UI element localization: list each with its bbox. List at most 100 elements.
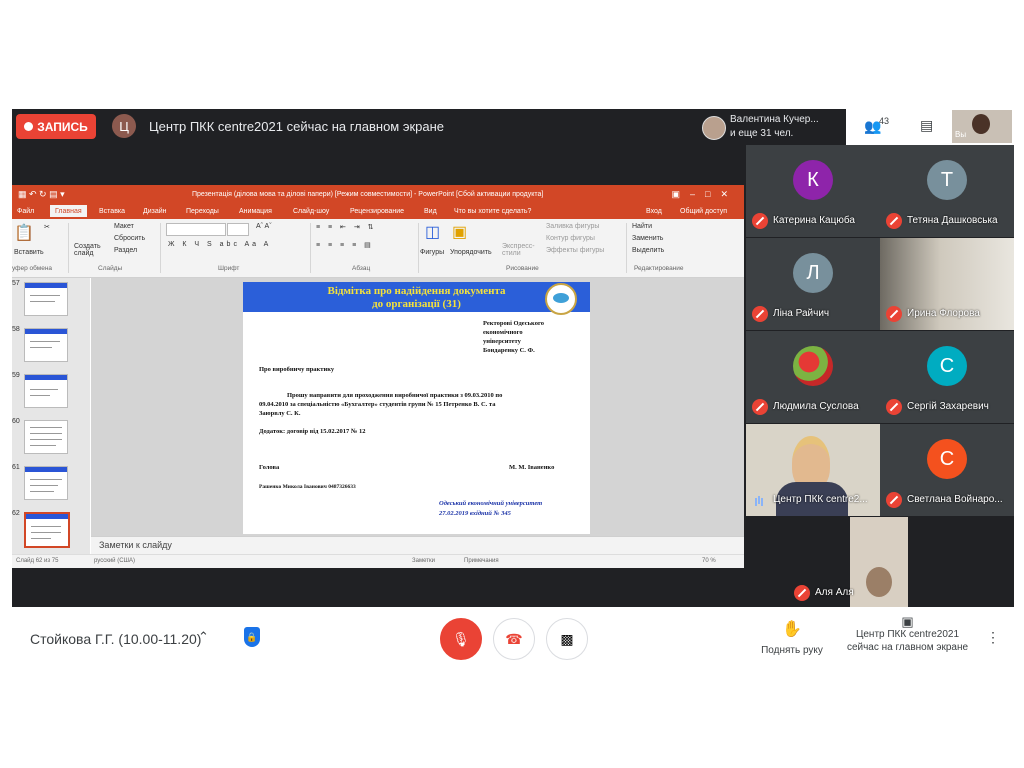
sign-in-link[interactable]: Вход bbox=[646, 208, 662, 215]
tell-me-search[interactable]: Что вы хотите сделать? bbox=[454, 208, 531, 215]
language-indicator: русский (США) bbox=[94, 558, 136, 564]
shapes-button[interactable]: Фигуры bbox=[420, 249, 444, 256]
slide-thumbnail[interactable] bbox=[24, 374, 68, 408]
shape-fill-button[interactable]: Заливка фигуры bbox=[546, 223, 599, 230]
group-editing: Редактирование bbox=[634, 265, 684, 272]
paste-icon[interactable]: 📋 bbox=[14, 223, 34, 243]
thumb-number: 58 bbox=[12, 326, 20, 333]
tab-home[interactable]: Главная bbox=[50, 205, 87, 217]
quick-styles-button[interactable]: Экспресс-стили bbox=[502, 243, 536, 257]
recording-badge[interactable]: ЗАПИСЬ bbox=[16, 114, 96, 139]
participant-tile[interactable]: С Светлана Войнаро... bbox=[880, 424, 1014, 516]
slide-thumbnail[interactable] bbox=[24, 466, 68, 500]
select-button[interactable]: Выделить bbox=[632, 247, 664, 254]
chevron-up-icon[interactable]: ⌃ bbox=[198, 629, 209, 645]
self-view[interactable]: Вы bbox=[952, 110, 1012, 143]
zoom-level[interactable]: 70 % bbox=[702, 558, 716, 564]
tab-review[interactable]: Рецензирование bbox=[350, 208, 404, 215]
tab-file[interactable]: Файл bbox=[17, 208, 34, 215]
thumb-number: 60 bbox=[12, 418, 20, 425]
comments-toggle[interactable]: Примечания bbox=[464, 558, 499, 564]
shape-outline-button[interactable]: Контур фигуры bbox=[546, 235, 595, 242]
section-button[interactable]: Раздел bbox=[114, 247, 137, 254]
font-size-box[interactable] bbox=[227, 223, 249, 236]
tab-transitions[interactable]: Переходы bbox=[186, 208, 219, 215]
participant-name: Тетяна Дашковська bbox=[907, 215, 998, 226]
quick-access-icons[interactable]: ▦ ↶ ↻ ▤ ▾ bbox=[18, 189, 65, 200]
arrange-icon[interactable]: ▣ bbox=[452, 222, 467, 242]
shared-screen-powerpoint: ▦ ↶ ↻ ▤ ▾ Презентація (ділова мова та ді… bbox=[12, 185, 744, 568]
replace-button[interactable]: Заменить bbox=[632, 235, 663, 242]
present-screen-icon: ▣ bbox=[901, 614, 914, 629]
slide-thumbnail-selected[interactable] bbox=[24, 512, 70, 548]
top-bar: ЗАПИСЬ Ц Центр ПКК centre2021 сейчас на … bbox=[12, 109, 1014, 145]
participant-video-tile[interactable]: Центр ПКК centre2... bbox=[746, 424, 880, 516]
slide-thumbnail[interactable] bbox=[24, 420, 68, 454]
letter-subject: Про виробничу практику bbox=[259, 366, 335, 373]
participant-avatar: С bbox=[927, 439, 967, 479]
more-options-icon[interactable]: ⋮ bbox=[986, 629, 1000, 646]
participant-tile[interactable]: Т Тетяна Дашковська bbox=[880, 145, 1014, 237]
arrange-button[interactable]: Упорядочить bbox=[450, 249, 492, 256]
raise-hand-button[interactable]: ✋ Поднять руку bbox=[752, 619, 832, 656]
presenting-info-button[interactable]: ▣ Центр ПКК centre2021 сейчас на главном… bbox=[840, 615, 975, 654]
tab-animations[interactable]: Анимация bbox=[239, 208, 272, 215]
tab-design[interactable]: Дизайн bbox=[143, 208, 167, 215]
tab-slideshow[interactable]: Слайд-шоу bbox=[293, 208, 329, 215]
font-grow-icon[interactable]: Aˆ Aˇ bbox=[256, 223, 272, 230]
slide-canvas: Відмітка про надійдення документа до орг… bbox=[91, 278, 744, 536]
participant-tile[interactable]: Л Ліна Райчич bbox=[746, 238, 880, 330]
list-icons[interactable]: ≡ ≡ ⇤ ⇥ ⇅ bbox=[316, 223, 377, 231]
chat-icon[interactable]: ▤ bbox=[920, 117, 933, 134]
participant-name: Сергій Захаревич bbox=[907, 401, 989, 412]
camera-toggle-button[interactable]: ▩ bbox=[546, 618, 588, 660]
find-button[interactable]: Найти bbox=[632, 223, 652, 230]
font-name-box[interactable] bbox=[166, 223, 226, 236]
participant-avatar: Л bbox=[793, 253, 833, 293]
thumb-number: 57 bbox=[12, 280, 20, 287]
letter-attachment: Додаток: договір від 15.02.2017 № 12 bbox=[259, 428, 366, 435]
speaking-indicator-icon bbox=[752, 492, 768, 508]
mic-off-icon bbox=[886, 399, 902, 415]
participant-video-tile[interactable]: Аля Аля bbox=[788, 517, 970, 607]
paste-button[interactable]: Вставить bbox=[14, 249, 44, 256]
share-button[interactable]: Общий доступ bbox=[680, 208, 727, 215]
layout-button[interactable]: Макет bbox=[114, 223, 134, 230]
tab-insert[interactable]: Вставка bbox=[99, 208, 125, 215]
notes-pane[interactable]: Заметки к слайду bbox=[91, 536, 744, 555]
shapes-icon[interactable]: ◫ bbox=[425, 222, 440, 242]
ribbon-divider bbox=[626, 223, 627, 273]
notes-toggle[interactable]: Заметки bbox=[412, 558, 435, 564]
cut-icon[interactable]: ✂ bbox=[44, 223, 50, 231]
current-slide[interactable]: Відмітка про надійдення документа до орг… bbox=[243, 282, 590, 534]
meeting-title[interactable]: Стойкова Г.Г. (10.00-11.20) bbox=[30, 631, 201, 647]
presenting-line1: Центр ПКК centre2021 bbox=[855, 629, 960, 640]
participant-tile[interactable]: Людмила Суслова bbox=[746, 331, 880, 423]
security-shield-icon[interactable]: 🔒 bbox=[244, 627, 260, 647]
align-icons[interactable]: ≡ ≡ ≡ ≡ ▤ bbox=[316, 241, 374, 249]
ppt-title-bar: ▦ ↶ ↻ ▤ ▾ Презентація (ділова мова та ді… bbox=[12, 185, 744, 205]
participant-name: Аля Аля bbox=[815, 587, 854, 598]
font-format-icons[interactable]: Ж К Ч S abc Aa A bbox=[168, 241, 271, 248]
slide-thumbnail[interactable] bbox=[24, 328, 68, 362]
participant-tile[interactable]: С Сергій Захаревич bbox=[880, 331, 1014, 423]
new-slide-button[interactable]: Создать слайд bbox=[74, 243, 101, 257]
mic-toggle-button[interactable]: 🎙 bbox=[440, 618, 482, 660]
mic-off-icon bbox=[886, 213, 902, 229]
slide-thumbnail[interactable] bbox=[24, 282, 68, 316]
window-controls-icon[interactable]: ▣–□✕ bbox=[672, 189, 739, 200]
group-slides: Слайды bbox=[98, 265, 123, 272]
shape-effects-button[interactable]: Эффекты фигуры bbox=[546, 247, 604, 254]
mic-off-icon: 🎙 bbox=[452, 630, 470, 647]
participant-name: Светлана Войнаро... bbox=[907, 494, 1003, 505]
participant-avatar: С bbox=[927, 346, 967, 386]
participant-video-tile[interactable]: Ирина Флорова bbox=[880, 238, 1014, 330]
reset-button[interactable]: Сбросить bbox=[114, 235, 145, 242]
participant-tile[interactable]: К Катерина Кацюба bbox=[746, 145, 880, 237]
notes-placeholder: Заметки к слайду bbox=[99, 540, 172, 550]
viewers-summary[interactable]: Валентина Кучер... и еще 31 чел. bbox=[696, 111, 846, 143]
tab-view[interactable]: Вид bbox=[424, 208, 437, 215]
ribbon-divider bbox=[68, 223, 69, 273]
record-dot-icon bbox=[24, 122, 34, 131]
leave-call-button[interactable]: ☎ bbox=[493, 618, 535, 660]
